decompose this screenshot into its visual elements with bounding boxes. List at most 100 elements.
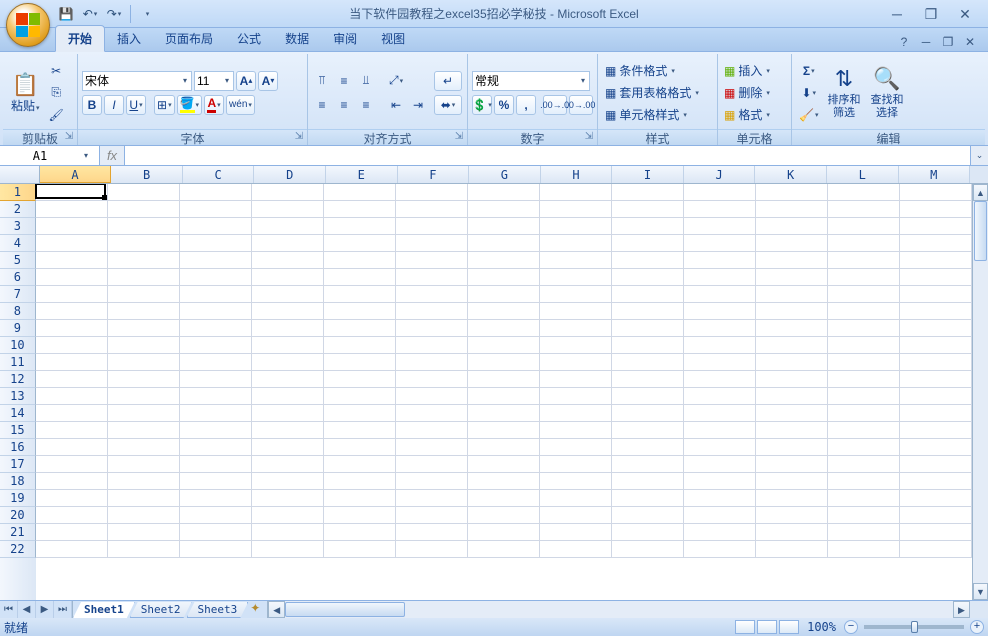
cell[interactable] bbox=[396, 422, 468, 439]
cell[interactable] bbox=[756, 371, 828, 388]
italic-button[interactable]: I bbox=[104, 95, 124, 115]
find-select-button[interactable]: 🔍 查找和 选择 bbox=[866, 58, 907, 128]
cell[interactable] bbox=[612, 286, 684, 303]
cell[interactable] bbox=[468, 184, 540, 201]
cell[interactable] bbox=[900, 252, 972, 269]
cell[interactable] bbox=[468, 201, 540, 218]
cell[interactable] bbox=[468, 286, 540, 303]
align-center-button[interactable]: ≡ bbox=[334, 95, 354, 115]
cell[interactable] bbox=[828, 320, 900, 337]
vscroll-track[interactable] bbox=[973, 201, 988, 583]
cell[interactable] bbox=[324, 235, 396, 252]
cell[interactable] bbox=[396, 439, 468, 456]
sort-filter-button[interactable]: ⇅ 排序和 筛选 bbox=[823, 58, 864, 128]
cell[interactable] bbox=[468, 218, 540, 235]
zoom-in-button[interactable]: + bbox=[970, 620, 984, 634]
cell[interactable] bbox=[900, 507, 972, 524]
cell[interactable] bbox=[684, 354, 756, 371]
cell[interactable] bbox=[252, 269, 324, 286]
wrap-text-button[interactable]: ↵ bbox=[434, 71, 462, 91]
cell[interactable] bbox=[612, 303, 684, 320]
cell[interactable] bbox=[828, 201, 900, 218]
row-header[interactable]: 3 bbox=[0, 218, 36, 235]
align-top-button[interactable]: ⫪ bbox=[312, 71, 332, 91]
cell[interactable] bbox=[324, 201, 396, 218]
ribbon-tab[interactable]: 视图 bbox=[369, 26, 417, 51]
cell[interactable] bbox=[612, 184, 684, 201]
cell[interactable] bbox=[324, 422, 396, 439]
cell[interactable] bbox=[252, 422, 324, 439]
zoom-out-button[interactable]: − bbox=[844, 620, 858, 634]
row-header[interactable]: 10 bbox=[0, 337, 36, 354]
cell[interactable] bbox=[180, 218, 252, 235]
name-box-dropdown[interactable]: ▾ bbox=[80, 151, 92, 160]
window-restore[interactable]: ❐ bbox=[918, 6, 944, 22]
cell[interactable] bbox=[108, 269, 180, 286]
cell[interactable] bbox=[540, 541, 612, 558]
cell[interactable] bbox=[900, 371, 972, 388]
cell[interactable] bbox=[252, 320, 324, 337]
cell[interactable] bbox=[252, 303, 324, 320]
cell[interactable] bbox=[468, 235, 540, 252]
cell[interactable] bbox=[180, 456, 252, 473]
cell[interactable] bbox=[468, 524, 540, 541]
column-header[interactable]: A bbox=[40, 166, 112, 183]
cell[interactable] bbox=[396, 184, 468, 201]
name-box[interactable]: ▾ bbox=[0, 146, 100, 165]
cell[interactable] bbox=[252, 439, 324, 456]
sheet-nav-next[interactable]: ▶ bbox=[36, 601, 54, 618]
cell[interactable] bbox=[36, 201, 108, 218]
cell[interactable] bbox=[540, 252, 612, 269]
fill-button[interactable]: ⬇▾ bbox=[796, 83, 821, 103]
cell[interactable] bbox=[756, 541, 828, 558]
office-button[interactable] bbox=[6, 3, 50, 47]
decrease-decimal-button[interactable]: .0→.00 bbox=[569, 95, 593, 115]
cell[interactable] bbox=[828, 490, 900, 507]
cell[interactable] bbox=[828, 371, 900, 388]
cell[interactable] bbox=[36, 337, 108, 354]
cell[interactable] bbox=[252, 371, 324, 388]
cell[interactable] bbox=[828, 388, 900, 405]
cell[interactable] bbox=[540, 235, 612, 252]
cell[interactable] bbox=[756, 473, 828, 490]
row-header[interactable]: 15 bbox=[0, 422, 36, 439]
cell[interactable] bbox=[684, 252, 756, 269]
qat-redo[interactable]: ↷▾ bbox=[103, 3, 125, 25]
cell[interactable] bbox=[180, 320, 252, 337]
cell[interactable] bbox=[756, 303, 828, 320]
cell[interactable] bbox=[540, 388, 612, 405]
sheet-nav-prev[interactable]: ◀ bbox=[18, 601, 36, 618]
cell[interactable] bbox=[612, 337, 684, 354]
cell[interactable] bbox=[900, 218, 972, 235]
zoom-slider[interactable] bbox=[864, 625, 964, 629]
cell[interactable] bbox=[324, 286, 396, 303]
cell[interactable] bbox=[180, 201, 252, 218]
row-header[interactable]: 17 bbox=[0, 456, 36, 473]
cell[interactable] bbox=[324, 507, 396, 524]
cell[interactable] bbox=[324, 303, 396, 320]
borders-button[interactable]: ⊞▾ bbox=[154, 95, 175, 115]
zoom-slider-thumb[interactable] bbox=[911, 621, 918, 633]
row-header[interactable]: 2 bbox=[0, 201, 36, 218]
delete-cells-button[interactable]: ▦删除▾ bbox=[722, 83, 772, 103]
cell[interactable] bbox=[108, 456, 180, 473]
cell[interactable] bbox=[252, 473, 324, 490]
copy-button[interactable]: ⎘ bbox=[46, 83, 67, 103]
cell[interactable] bbox=[180, 235, 252, 252]
row-header[interactable]: 4 bbox=[0, 235, 36, 252]
cell[interactable] bbox=[396, 371, 468, 388]
cell[interactable] bbox=[684, 184, 756, 201]
cell[interactable] bbox=[900, 286, 972, 303]
cell[interactable] bbox=[468, 473, 540, 490]
cell[interactable] bbox=[396, 405, 468, 422]
qat-save[interactable]: 💾 bbox=[55, 3, 77, 25]
cell[interactable] bbox=[252, 507, 324, 524]
cell[interactable] bbox=[828, 541, 900, 558]
cell[interactable] bbox=[684, 388, 756, 405]
format-table-button[interactable]: ▦套用表格格式▾ bbox=[602, 83, 702, 103]
sheet-tab[interactable]: Sheet3 bbox=[187, 602, 249, 618]
cell[interactable] bbox=[612, 320, 684, 337]
cell[interactable] bbox=[180, 524, 252, 541]
cell[interactable] bbox=[828, 184, 900, 201]
number-format-combo[interactable]: ▾ bbox=[472, 71, 590, 91]
